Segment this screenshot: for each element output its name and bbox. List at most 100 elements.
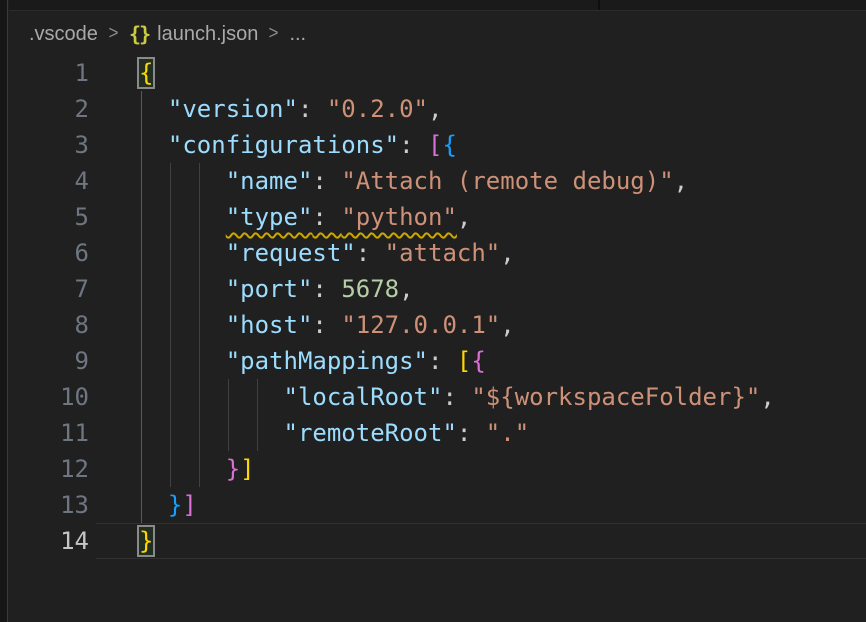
code-token: [	[457, 347, 471, 375]
breadcrumb-symbol-more[interactable]: ...	[289, 23, 306, 46]
warning-squiggle-token: "type"	[226, 203, 313, 231]
code-token	[139, 491, 168, 519]
code-token	[139, 455, 226, 483]
line-number[interactable]: 9	[8, 343, 89, 379]
line-number[interactable]: 5	[8, 199, 89, 235]
code-line-14[interactable]: 14}	[0, 523, 866, 559]
code-token	[139, 347, 226, 375]
code-token	[139, 95, 168, 123]
tab-bar-strip	[9, 0, 866, 11]
code-lines: 1{2 "version": "0.2.0",3 "configurations…	[0, 55, 866, 559]
line-number[interactable]: 4	[8, 163, 89, 199]
code-token: "."	[486, 419, 529, 447]
line-content: "pathMappings": [{	[139, 343, 486, 379]
line-content: "port": 5678,	[139, 271, 414, 307]
line-content: "remoteRoot": "."	[139, 415, 529, 451]
code-token: :	[298, 95, 327, 123]
code-token: :	[312, 311, 341, 339]
code-token: "request"	[226, 239, 356, 267]
code-line-5[interactable]: 5 "type": "python",	[0, 199, 866, 235]
line-content: "name": "Attach (remote debug)",	[139, 163, 688, 199]
code-token: "Attach (remote debug)"	[341, 167, 673, 195]
line-number[interactable]: 10	[8, 379, 89, 415]
code-token: ,	[428, 95, 442, 123]
line-content: {	[139, 55, 153, 91]
warning-squiggle-token: :	[312, 203, 341, 231]
breadcrumb-more-label: ...	[289, 23, 306, 46]
code-token: "attach"	[385, 239, 501, 267]
code-token: {	[442, 131, 456, 159]
line-number[interactable]: 12	[8, 451, 89, 487]
code-line-9[interactable]: 9 "pathMappings": [{	[0, 343, 866, 379]
warning-squiggle-token: "python"	[341, 203, 457, 231]
line-number[interactable]: 13	[8, 487, 89, 523]
line-number[interactable]: 14	[8, 523, 89, 559]
code-line-4[interactable]: 4 "name": "Attach (remote debug)",	[0, 163, 866, 199]
code-line-8[interactable]: 8 "host": "127.0.0.1",	[0, 307, 866, 343]
code-token: ,	[457, 203, 471, 231]
code-token: :	[312, 275, 341, 303]
code-token: [	[428, 131, 442, 159]
code-token: :	[428, 347, 457, 375]
breadcrumb: .vscode > {} launch.json > ...	[29, 19, 306, 49]
code-line-12[interactable]: 12 }]	[0, 451, 866, 487]
line-content: }]	[139, 451, 255, 487]
line-content: "localRoot": "${workspaceFolder}",	[139, 379, 775, 415]
code-token: "version"	[168, 95, 298, 123]
code-token: "localRoot"	[284, 383, 443, 411]
code-token: }	[168, 491, 182, 519]
current-line-highlight	[96, 523, 866, 559]
code-token	[139, 311, 226, 339]
code-token: "configurations"	[168, 131, 399, 159]
code-token: 5678	[341, 275, 399, 303]
code-token	[139, 239, 226, 267]
json-file-icon: {}	[129, 22, 149, 46]
line-content: "configurations": [{	[139, 127, 457, 163]
code-token: }	[226, 455, 240, 483]
line-content: "version": "0.2.0",	[139, 91, 442, 127]
line-content: }]	[139, 487, 197, 523]
line-number[interactable]: 1	[8, 55, 89, 91]
breadcrumb-file[interactable]: {} launch.json	[129, 22, 258, 46]
code-line-7[interactable]: 7 "port": 5678,	[0, 271, 866, 307]
code-line-13[interactable]: 13 }]	[0, 487, 866, 523]
code-token	[139, 167, 226, 195]
code-token: "pathMappings"	[226, 347, 428, 375]
code-token	[139, 383, 284, 411]
line-content: "host": "127.0.0.1",	[139, 307, 515, 343]
code-line-11[interactable]: 11 "remoteRoot": "."	[0, 415, 866, 451]
code-token: ,	[500, 239, 514, 267]
code-token: ]	[240, 455, 254, 483]
code-token: :	[442, 383, 471, 411]
code-token: :	[399, 131, 428, 159]
code-token: "remoteRoot"	[284, 419, 457, 447]
code-line-2[interactable]: 2 "version": "0.2.0",	[0, 91, 866, 127]
code-line-10[interactable]: 10 "localRoot": "${workspaceFolder}",	[0, 379, 866, 415]
breadcrumb-file-label: launch.json	[157, 23, 258, 46]
line-number[interactable]: 11	[8, 415, 89, 451]
chevron-right-icon: >	[108, 23, 118, 45]
code-token: "0.2.0"	[327, 95, 428, 123]
line-number[interactable]: 8	[8, 307, 89, 343]
code-line-1[interactable]: 1{	[0, 55, 866, 91]
chevron-right-icon: >	[269, 23, 279, 45]
line-number[interactable]: 3	[8, 127, 89, 163]
code-line-6[interactable]: 6 "request": "attach",	[0, 235, 866, 271]
code-token	[139, 203, 226, 231]
code-token: "127.0.0.1"	[341, 311, 500, 339]
line-number[interactable]: 7	[8, 271, 89, 307]
line-content: "type": "python",	[139, 199, 471, 235]
code-token: ,	[674, 167, 688, 195]
code-line-3[interactable]: 3 "configurations": [{	[0, 127, 866, 163]
line-content: "request": "attach",	[139, 235, 515, 271]
code-token: ,	[760, 383, 774, 411]
line-number[interactable]: 2	[8, 91, 89, 127]
breadcrumb-folder[interactable]: .vscode	[29, 23, 98, 46]
line-number[interactable]: 6	[8, 235, 89, 271]
line-content: }	[139, 523, 153, 559]
code-token	[139, 275, 226, 303]
bracket-match: {	[139, 59, 153, 87]
code-token: :	[457, 419, 486, 447]
code-token: {	[471, 347, 485, 375]
code-token: :	[312, 167, 341, 195]
